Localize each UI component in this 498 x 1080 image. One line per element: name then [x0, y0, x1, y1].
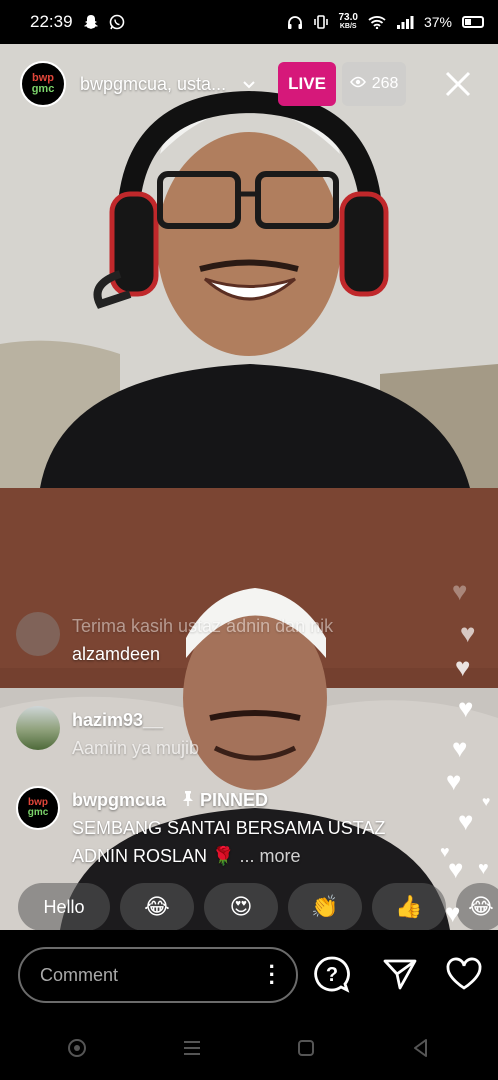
comment-item[interactable]: hazim93__ Aamiin ya mujib: [16, 706, 416, 762]
pin-icon: [181, 790, 200, 810]
share-button[interactable]: [380, 954, 420, 994]
heart-icon: ♥: [445, 898, 461, 928]
headphones-icon: [287, 15, 303, 29]
heart-icon: ♥: [455, 652, 471, 682]
snapchat-icon: [83, 14, 99, 30]
heart-icon: ♥: [482, 793, 491, 809]
comment-placeholder: Comment: [40, 964, 119, 985]
host-avatar[interactable]: bwp gmc: [20, 61, 66, 107]
heart-icon: ♥: [448, 854, 464, 884]
send-icon: [383, 959, 417, 990]
commenter-avatar: bwp gmc: [16, 786, 60, 830]
heart-icon: ♥: [452, 733, 468, 763]
heart-icon: ♥: [458, 693, 474, 723]
host-video-feed: [0, 44, 498, 488]
comment-user[interactable]: hazim93__: [72, 706, 199, 734]
heart-icon: ♥: [446, 766, 462, 796]
comment-input[interactable]: Comment · · ·: [18, 947, 298, 1003]
vibrate-icon: [313, 15, 329, 29]
clock: 22:39: [30, 12, 73, 31]
comment-text: Aamiin ya mujib: [72, 738, 200, 758]
live-header: bwp gmc bwpgmcua, usta... LIVE 268: [0, 58, 498, 110]
pinned-comment[interactable]: bwp gmc bwpgmcua PINNED SEMBANG SANTAI B…: [16, 786, 416, 870]
heart-icon: ♥: [458, 806, 474, 836]
reaction-clap-button[interactable]: 👏: [288, 883, 362, 931]
viewer-count: 268: [371, 75, 399, 92]
quick-reactions-bar: Hello 😂 😍 👏 👍 😂: [18, 883, 498, 931]
battery-percent: 37%: [423, 14, 452, 30]
assistant-icon[interactable]: [67, 1038, 87, 1063]
comment-text-line1: SEMBANG SANTAI BERSAMA USTAZ: [72, 818, 386, 838]
heart-icon: ♥: [478, 858, 489, 878]
reaction-laugh-button[interactable]: 😂: [120, 883, 194, 931]
heart-outline-icon: [446, 957, 482, 990]
viewer-count-badge[interactable]: 268: [342, 62, 407, 106]
close-button[interactable]: [438, 64, 478, 104]
battery-icon: [462, 16, 484, 28]
more-options-icon[interactable]: · · ·: [269, 956, 276, 994]
comment-text-line2: ADNIN ROSLAN 🌹: [72, 846, 235, 866]
like-button[interactable]: [444, 954, 484, 994]
host-name[interactable]: bwpgmcua, usta...: [80, 74, 226, 95]
question-button[interactable]: ?: [312, 954, 352, 994]
system-nav-bar: [0, 1020, 498, 1080]
reaction-hello-button[interactable]: Hello: [18, 883, 110, 931]
comment-user[interactable]: alzamdeen: [72, 640, 333, 668]
signal-icon: [396, 15, 414, 29]
recent-apps-icon[interactable]: [182, 1038, 202, 1063]
reaction-laugh-button[interactable]: 😂: [456, 883, 498, 931]
chevron-down-icon[interactable]: [242, 77, 256, 91]
svg-text:?: ?: [326, 964, 338, 986]
heart-icon: ♥: [452, 576, 468, 606]
commenter-avatar: [16, 612, 60, 656]
pinned-label: PINNED: [181, 790, 268, 810]
eye-icon: [349, 75, 366, 93]
back-icon[interactable]: [411, 1038, 431, 1063]
home-icon[interactable]: [296, 1038, 316, 1063]
close-icon: [445, 71, 471, 97]
reaction-heart-eyes-button[interactable]: 😍: [204, 883, 278, 931]
bottom-action-bar: Comment · · · ?: [0, 930, 498, 1020]
whatsapp-icon: [109, 14, 125, 30]
comment-text: Terima kasih ustaz adnin dan nik: [72, 616, 334, 636]
question-icon: ?: [314, 956, 350, 993]
more-link[interactable]: ... more: [239, 846, 300, 866]
commenter-avatar: [16, 706, 60, 750]
live-badge: LIVE: [278, 62, 337, 106]
comment-user[interactable]: bwpgmcua: [72, 790, 166, 810]
comment-item[interactable]: Terima kasih ustaz adnin dan nik alzamde…: [16, 612, 416, 668]
heart-icon: ♥: [460, 618, 476, 648]
network-speed: 73.0 KB/S: [338, 12, 358, 31]
status-bar: 22:39 73.0 KB/S 37%: [0, 0, 498, 44]
reaction-thumbs-up-button[interactable]: 👍: [372, 883, 446, 931]
wifi-icon: [368, 15, 386, 29]
